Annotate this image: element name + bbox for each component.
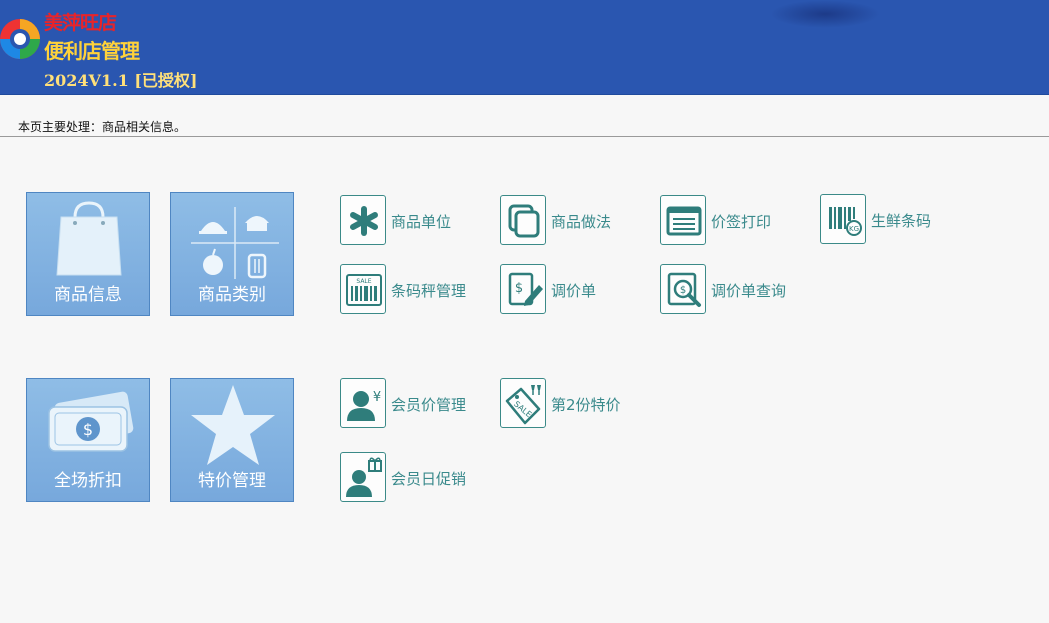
item-label: 第2份特价 [551, 396, 621, 414]
barcode-kg-icon: KG [829, 207, 862, 236]
store-discount-tile[interactable]: $ 全场折扣 [26, 378, 150, 502]
item-label: 调价单 [551, 282, 597, 300]
svg-text:$: $ [515, 281, 523, 296]
special-price-tile[interactable]: 特价管理 [170, 378, 294, 502]
header-glow [770, 0, 880, 28]
description-divider [0, 136, 1049, 137]
price-tag-list-icon [666, 206, 702, 236]
product-category-tile[interactable]: 商品类别 [170, 192, 294, 316]
item-label: 价签打印 [711, 213, 772, 231]
shopping-bag-icon [56, 201, 122, 276]
star-icon [191, 385, 275, 465]
page-description: 本页主要处理：商品相关信息。 [18, 120, 187, 134]
price-search-icon: $ [667, 272, 701, 307]
cash-icon: $ [48, 391, 134, 452]
svg-text:KG: KG [849, 225, 859, 233]
food-category-icon [191, 207, 279, 279]
item-label: 商品单位 [391, 213, 452, 231]
svg-text:$: $ [680, 285, 686, 296]
svg-text:SALE: SALE [356, 278, 371, 285]
item-label: 调价单查询 [711, 282, 787, 300]
item-label: 会员日促销 [391, 470, 467, 488]
tile-label: 全场折扣 [54, 471, 122, 491]
sale-tag-icon: SALE [505, 385, 541, 425]
item-label: 生鲜条码 [871, 212, 932, 230]
svg-text:$: $ [83, 420, 93, 439]
app-name: 便利店管理 [44, 39, 140, 63]
barcode-sale-icon: SALE [346, 274, 382, 306]
copy-icon [508, 204, 540, 238]
app-header: 美萍旺店 便利店管理 2024V1.1 [已授权] [0, 0, 1049, 95]
tile-label: 商品信息 [54, 285, 122, 305]
item-label: 条码秤管理 [391, 282, 467, 300]
tile-label: 商品类别 [198, 285, 266, 305]
member-gift-icon [346, 457, 382, 497]
svg-text:¥: ¥ [373, 390, 381, 405]
price-edit-icon: $ [508, 272, 543, 306]
item-label: 会员价管理 [391, 396, 467, 414]
member-price-icon: ¥ [347, 390, 381, 421]
product-info-tile[interactable]: 商品信息 [26, 192, 150, 316]
asterisk-icon [350, 206, 378, 236]
version-label: 2024V1.1 [已授权] [44, 71, 198, 90]
item-label: 商品做法 [551, 213, 612, 231]
store-name: 美萍旺店 [44, 12, 117, 34]
app-logo-icon [0, 19, 40, 59]
tile-label: 特价管理 [198, 471, 266, 491]
